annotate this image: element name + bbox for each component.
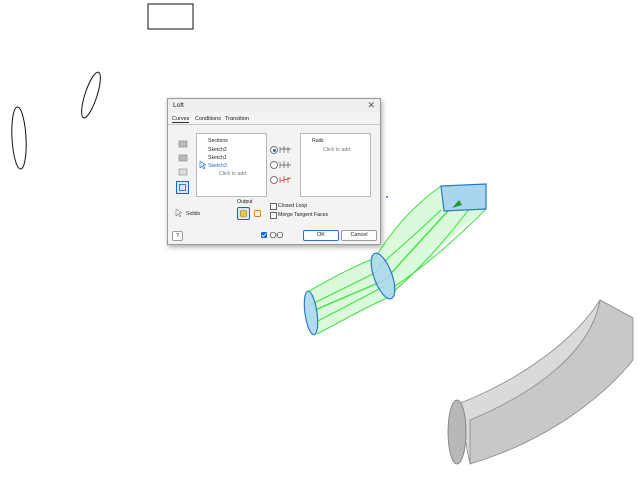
select-arrow-icon — [199, 161, 206, 169]
merge-tangent-label: Merge Tangent Faces — [278, 212, 329, 218]
sketch-point — [386, 196, 388, 198]
list-item[interactable]: Sketch3 — [208, 163, 227, 169]
cancel-button[interactable]: Cancel — [341, 230, 377, 241]
merge-tangent-checkbox[interactable] — [270, 212, 277, 219]
help-icon[interactable]: ? — [172, 231, 183, 241]
dialog-tabs: Curves Conditions Transition — [168, 113, 380, 125]
sketch-ellipse-upper — [81, 71, 101, 119]
output-label: Output — [237, 199, 253, 205]
add-section-icon[interactable] — [177, 139, 189, 149]
dialog-titlebar[interactable]: Loft ✕ — [168, 99, 380, 112]
solids-select-icon[interactable] — [175, 209, 182, 217]
sweep-section-icon[interactable] — [177, 153, 189, 163]
list-item[interactable]: Sketch2 — [208, 147, 227, 153]
solid-body — [447, 299, 634, 465]
area-loft-icon — [279, 176, 292, 183]
sections-header: Sections — [208, 138, 228, 144]
preview-glasses-icon — [269, 231, 284, 239]
rail-mode-radio[interactable] — [270, 146, 278, 154]
closed-loop-checkbox[interactable] — [270, 203, 277, 210]
preview-checkbox[interactable] — [261, 232, 267, 238]
sketch-ellipse-lower — [11, 106, 27, 170]
closed-loop-label: Closed Loop — [278, 203, 308, 209]
centerline-icon[interactable] — [176, 181, 189, 194]
section-profile-square[interactable] — [440, 183, 487, 212]
close-icon[interactable]: ✕ — [367, 100, 375, 111]
tab-conditions[interactable]: Conditions — [195, 116, 221, 122]
rail-mode-icon — [279, 146, 291, 153]
surface-output-icon[interactable] — [251, 207, 264, 220]
sketch-rectangle — [147, 3, 194, 30]
rails-list[interactable]: Rails Click to add — [300, 133, 371, 197]
loft-dialog: Loft ✕ Curves Conditions Transition Sect… — [167, 98, 381, 245]
dialog-title: Loft — [173, 102, 184, 109]
solids-label: Solids — [186, 211, 201, 217]
centerline-mode-radio[interactable] — [270, 161, 278, 169]
sections-list[interactable]: Sections Sketch2 Sketch1 Sketch3 Click t… — [196, 133, 267, 197]
sections-placeholder[interactable]: Click to add — [219, 171, 246, 177]
centerline-mode-icon — [279, 161, 291, 168]
area-loft-radio[interactable] — [270, 176, 278, 184]
rails-placeholder[interactable]: Click to add — [323, 147, 350, 153]
rails-header: Rails — [312, 138, 324, 144]
list-item[interactable]: Sketch1 — [208, 155, 227, 161]
tab-curves[interactable]: Curves — [172, 116, 190, 123]
tab-transition[interactable]: Transition — [225, 116, 249, 122]
solid-output-icon[interactable] — [237, 207, 250, 220]
ok-button[interactable]: OK — [303, 230, 339, 241]
rail-section-icon[interactable] — [177, 167, 189, 177]
